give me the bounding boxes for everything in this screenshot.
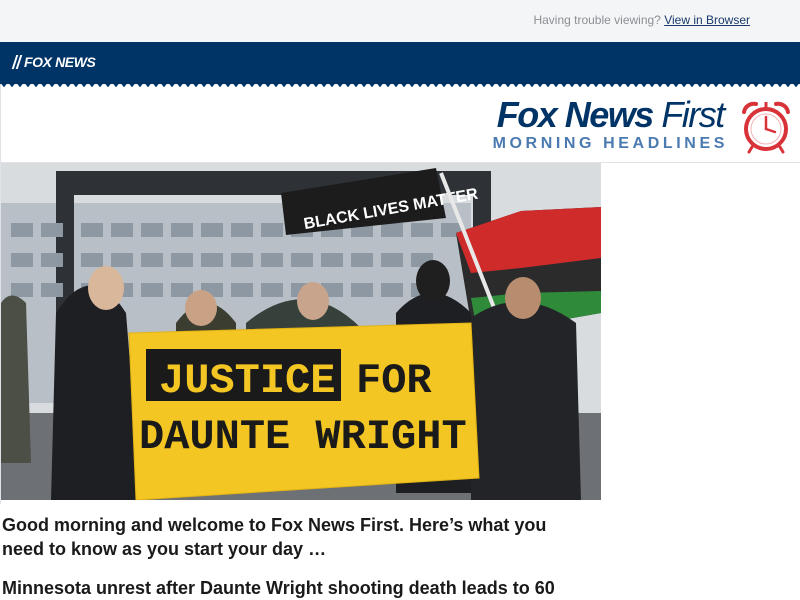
view-in-browser-link[interactable]: View in Browser — [664, 13, 750, 27]
zigzag-border — [0, 82, 800, 88]
banner-text-justice: JUSTICE — [159, 357, 335, 405]
preheader-bar: Having trouble viewing? View in Browser — [0, 0, 800, 42]
protest-photo: BLACK LIVES MATTER JUSTICE FOR DAUNTE WR… — [1, 163, 601, 500]
story-headline[interactable]: Minnesota unrest after Daunte Wright sho… — [2, 576, 600, 600]
fox-news-first-logo[interactable]: Fox News First MORNING HEADLINES — [493, 96, 728, 153]
hero-image[interactable]: BLACK LIVES MATTER JUSTICE FOR DAUNTE WR… — [1, 163, 601, 500]
brand-row: Fox News First MORNING HEADLINES — [0, 84, 800, 162]
header-band: FOX NEWS — [0, 42, 800, 88]
fox-news-logo[interactable]: FOX NEWS — [11, 54, 96, 70]
logo-text: FOX NEWS — [24, 54, 96, 70]
brand-title-bold: Fox News — [496, 94, 655, 135]
trouble-text: Having trouble viewing? — [533, 13, 661, 27]
banner-text-for: FOR — [356, 357, 432, 405]
intro-paragraph: Good morning and welcome to Fox News Fir… — [2, 515, 547, 559]
alarm-clock-icon — [742, 101, 790, 154]
banner-text-name: DAUNTE WRIGHT — [139, 413, 467, 461]
logo-slash-icon — [11, 55, 23, 69]
brand-subtitle: MORNING HEADLINES — [492, 135, 728, 152]
preheader-text: Having trouble viewing? View in Browser — [533, 13, 750, 27]
brand-title: Fox News First — [493, 96, 728, 134]
brand-title-light: First — [661, 94, 725, 135]
